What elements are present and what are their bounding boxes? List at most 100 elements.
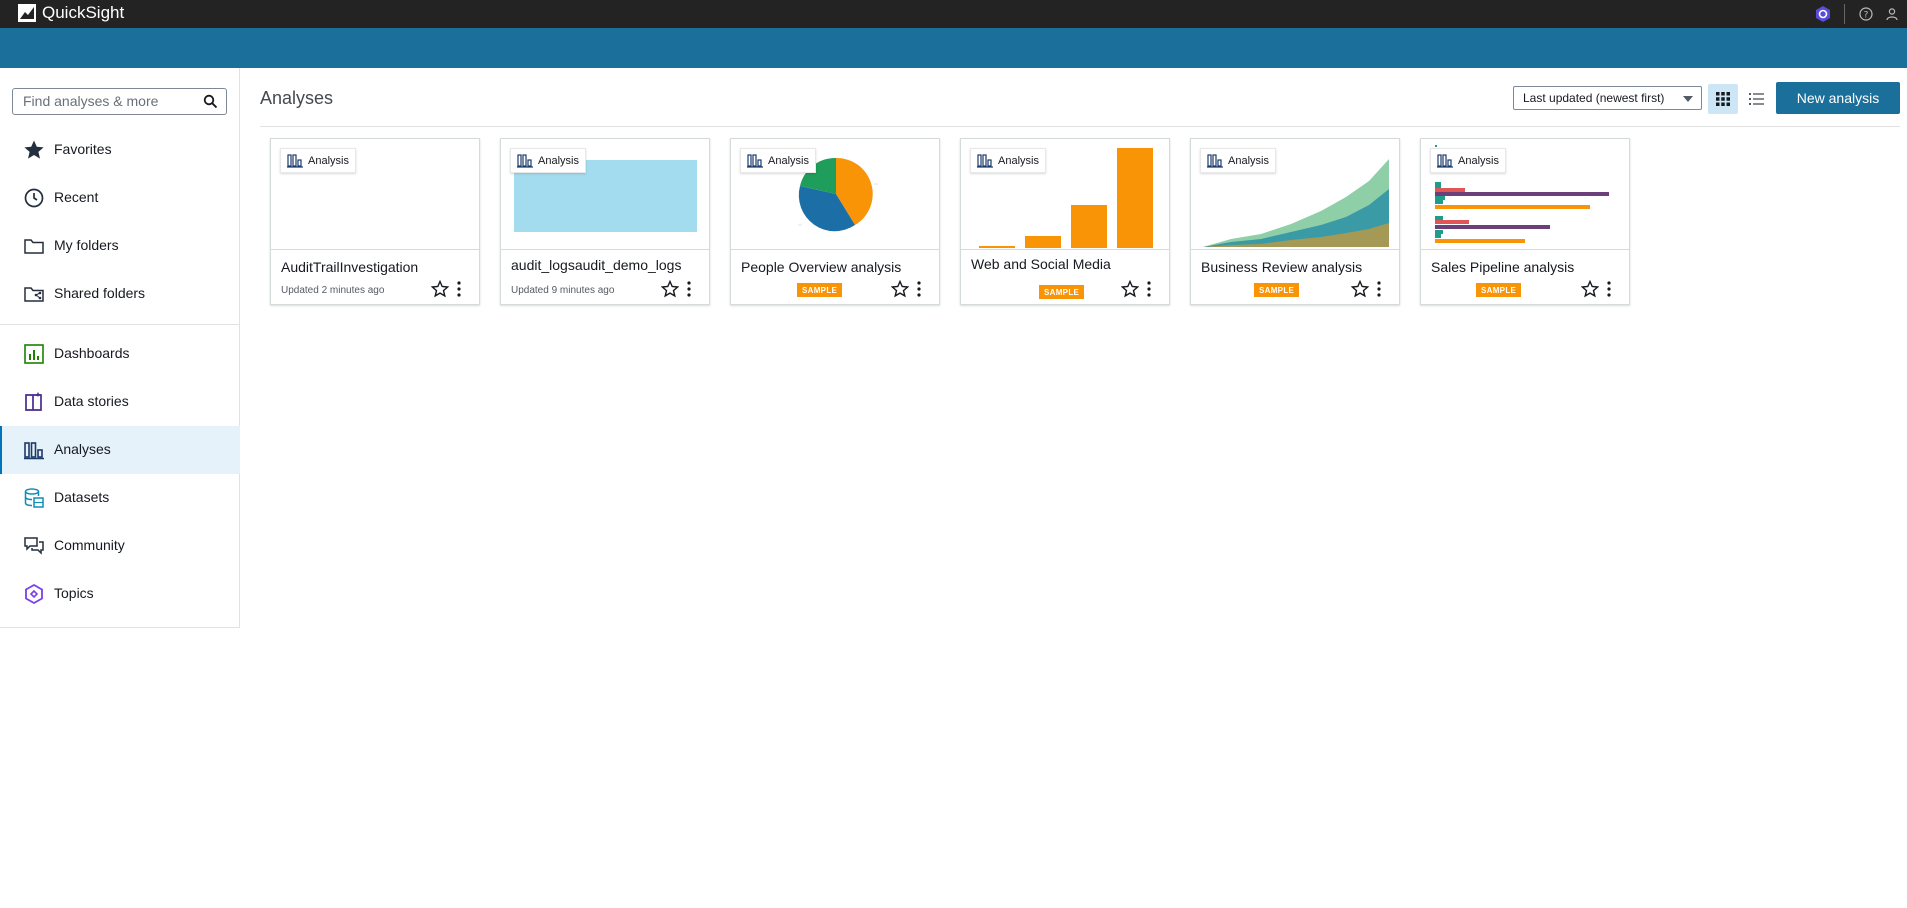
- star-outline-icon[interactable]: [1121, 280, 1139, 298]
- card-title[interactable]: audit_logsaudit_demo_logs: [511, 257, 681, 273]
- search-icon[interactable]: [203, 94, 218, 109]
- analysis-type-badge: Analysis: [1430, 148, 1506, 173]
- analysis-card[interactable]: Analysis AuditTrailInvestigation Updated…: [270, 138, 480, 305]
- star-outline-icon[interactable]: [661, 280, 679, 298]
- sidebar-item-data-stories[interactable]: Data stories: [0, 378, 240, 426]
- user-icon[interactable]: [1881, 3, 1903, 25]
- analysis-type-badge: Analysis: [510, 148, 586, 173]
- sidebar-item-label: Dashboards: [54, 345, 130, 361]
- sort-select-value: Last updated (newest first): [1523, 91, 1665, 105]
- list-view-icon: [1748, 93, 1764, 105]
- sidebar-item-label: Topics: [54, 585, 94, 601]
- badge-label: Analysis: [998, 154, 1039, 167]
- sample-badge: SAMPLE: [1476, 283, 1522, 297]
- analysis-card[interactable]: Analysis People Overview analysis SAMPLE: [730, 138, 940, 305]
- more-options-icon[interactable]: [685, 280, 693, 298]
- dashboard-icon: [24, 344, 44, 364]
- sidebar-item-label: Community: [54, 537, 125, 553]
- card-divider: [501, 249, 709, 250]
- star-outline-icon[interactable]: [1581, 280, 1599, 298]
- q-assistant-icon[interactable]: [1812, 3, 1834, 25]
- sidebar: Favorites Recent My folders Shared folde…: [0, 68, 240, 628]
- card-updated-text: Updated 9 minutes ago: [511, 285, 615, 296]
- sidebar-item-label: Analyses: [54, 441, 111, 457]
- analysis-type-badge: Analysis: [740, 148, 816, 173]
- star-outline-icon[interactable]: [1351, 280, 1369, 298]
- sidebar-item-topics[interactable]: Topics: [0, 570, 240, 618]
- list-view-toggle[interactable]: [1741, 84, 1771, 114]
- analysis-type-badge: Analysis: [970, 148, 1046, 173]
- search-box: [12, 88, 227, 115]
- analyses-icon: [517, 153, 533, 168]
- card-divider: [271, 249, 479, 250]
- card-divider: [731, 249, 939, 250]
- search-input[interactable]: [23, 93, 203, 109]
- header-divider: [260, 126, 1900, 127]
- card-title[interactable]: Web and Social Media: [971, 256, 1111, 272]
- analyses-icon: [287, 153, 303, 168]
- sample-badge: SAMPLE: [797, 283, 843, 297]
- sidebar-item-label: My folders: [54, 237, 119, 253]
- more-options-icon[interactable]: [915, 280, 923, 298]
- card-title[interactable]: Business Review analysis: [1201, 259, 1362, 275]
- sidebar-item-analyses[interactable]: Analyses: [0, 426, 240, 474]
- sidebar-nav-top: Favorites Recent My folders Shared folde…: [0, 126, 240, 318]
- grid-view-icon: [1716, 92, 1730, 106]
- analysis-card[interactable]: Analysis Web and Social Media SAMPLE: [960, 138, 1170, 305]
- badge-label: Analysis: [308, 154, 349, 167]
- sidebar-item-dashboards[interactable]: Dashboards: [0, 330, 240, 378]
- card-divider: [961, 249, 1169, 250]
- sidebar-item-label: Datasets: [54, 489, 110, 505]
- more-options-icon[interactable]: [455, 280, 463, 298]
- star-outline-icon[interactable]: [431, 280, 449, 298]
- top-bar-actions: ?: [1812, 0, 1907, 28]
- top-bar: QuickSight ?: [0, 0, 1907, 28]
- card-title[interactable]: Sales Pipeline analysis: [1431, 259, 1574, 275]
- card-divider: [1191, 249, 1399, 250]
- badge-label: Analysis: [1228, 154, 1269, 167]
- analysis-card[interactable]: Analysis Business Review analysis SAMPLE: [1190, 138, 1400, 305]
- analysis-card[interactable]: Analysis Sales Pipeline analysis SAMPLE: [1420, 138, 1630, 305]
- sidebar-divider: [0, 324, 240, 325]
- new-analysis-button[interactable]: New analysis: [1776, 82, 1900, 114]
- sidebar-item-favorites[interactable]: Favorites: [0, 126, 240, 174]
- sidebar-item-community[interactable]: Community: [0, 522, 240, 570]
- folder-icon: [24, 239, 44, 254]
- page-title: Analyses: [260, 88, 334, 108]
- more-options-icon[interactable]: [1145, 280, 1153, 298]
- sample-badge: SAMPLE: [1254, 283, 1300, 297]
- analyses-icon: [24, 442, 44, 460]
- sidebar-item-recent[interactable]: Recent: [0, 174, 240, 222]
- card-updated-text: Updated 2 minutes ago: [281, 285, 385, 296]
- analysis-card[interactable]: Analysis audit_logsaudit_demo_logs Updat…: [500, 138, 710, 305]
- sort-select[interactable]: Last updated (newest first): [1513, 86, 1702, 110]
- app-name[interactable]: QuickSight: [42, 3, 124, 23]
- more-options-icon[interactable]: [1375, 280, 1383, 298]
- grid-view-toggle[interactable]: [1708, 84, 1738, 114]
- sidebar-item-label: Recent: [54, 189, 99, 205]
- card-divider: [1421, 249, 1629, 250]
- card-title[interactable]: AuditTrailInvestigation: [281, 259, 418, 275]
- analyses-icon: [1437, 153, 1453, 168]
- analyses-icon: [1207, 153, 1223, 168]
- sidebar-item-shared-folders[interactable]: Shared folders: [0, 270, 240, 318]
- analysis-type-badge: Analysis: [280, 148, 356, 173]
- badge-label: Analysis: [1458, 154, 1499, 167]
- data-stories-icon: [25, 392, 42, 411]
- more-options-icon[interactable]: [1605, 280, 1613, 298]
- caret-down-icon: [1683, 96, 1693, 102]
- sidebar-item-label: Shared folders: [54, 285, 146, 301]
- sidebar-item-label: Favorites: [54, 141, 112, 157]
- header-band: [0, 28, 1907, 68]
- star-outline-icon[interactable]: [891, 280, 909, 298]
- sample-badge: SAMPLE: [1039, 285, 1085, 299]
- analyses-icon: [977, 153, 993, 168]
- sidebar-nav-bottom: Dashboards Data stories Analyses Dataset…: [0, 330, 240, 618]
- quicksight-logo-icon[interactable]: [18, 4, 36, 22]
- sidebar-item-my-folders[interactable]: My folders: [0, 222, 240, 270]
- help-icon[interactable]: ?: [1855, 3, 1877, 25]
- badge-label: Analysis: [538, 154, 579, 167]
- sidebar-item-datasets[interactable]: Datasets: [0, 474, 240, 522]
- datasets-icon: [24, 488, 44, 508]
- card-title[interactable]: People Overview analysis: [741, 259, 901, 275]
